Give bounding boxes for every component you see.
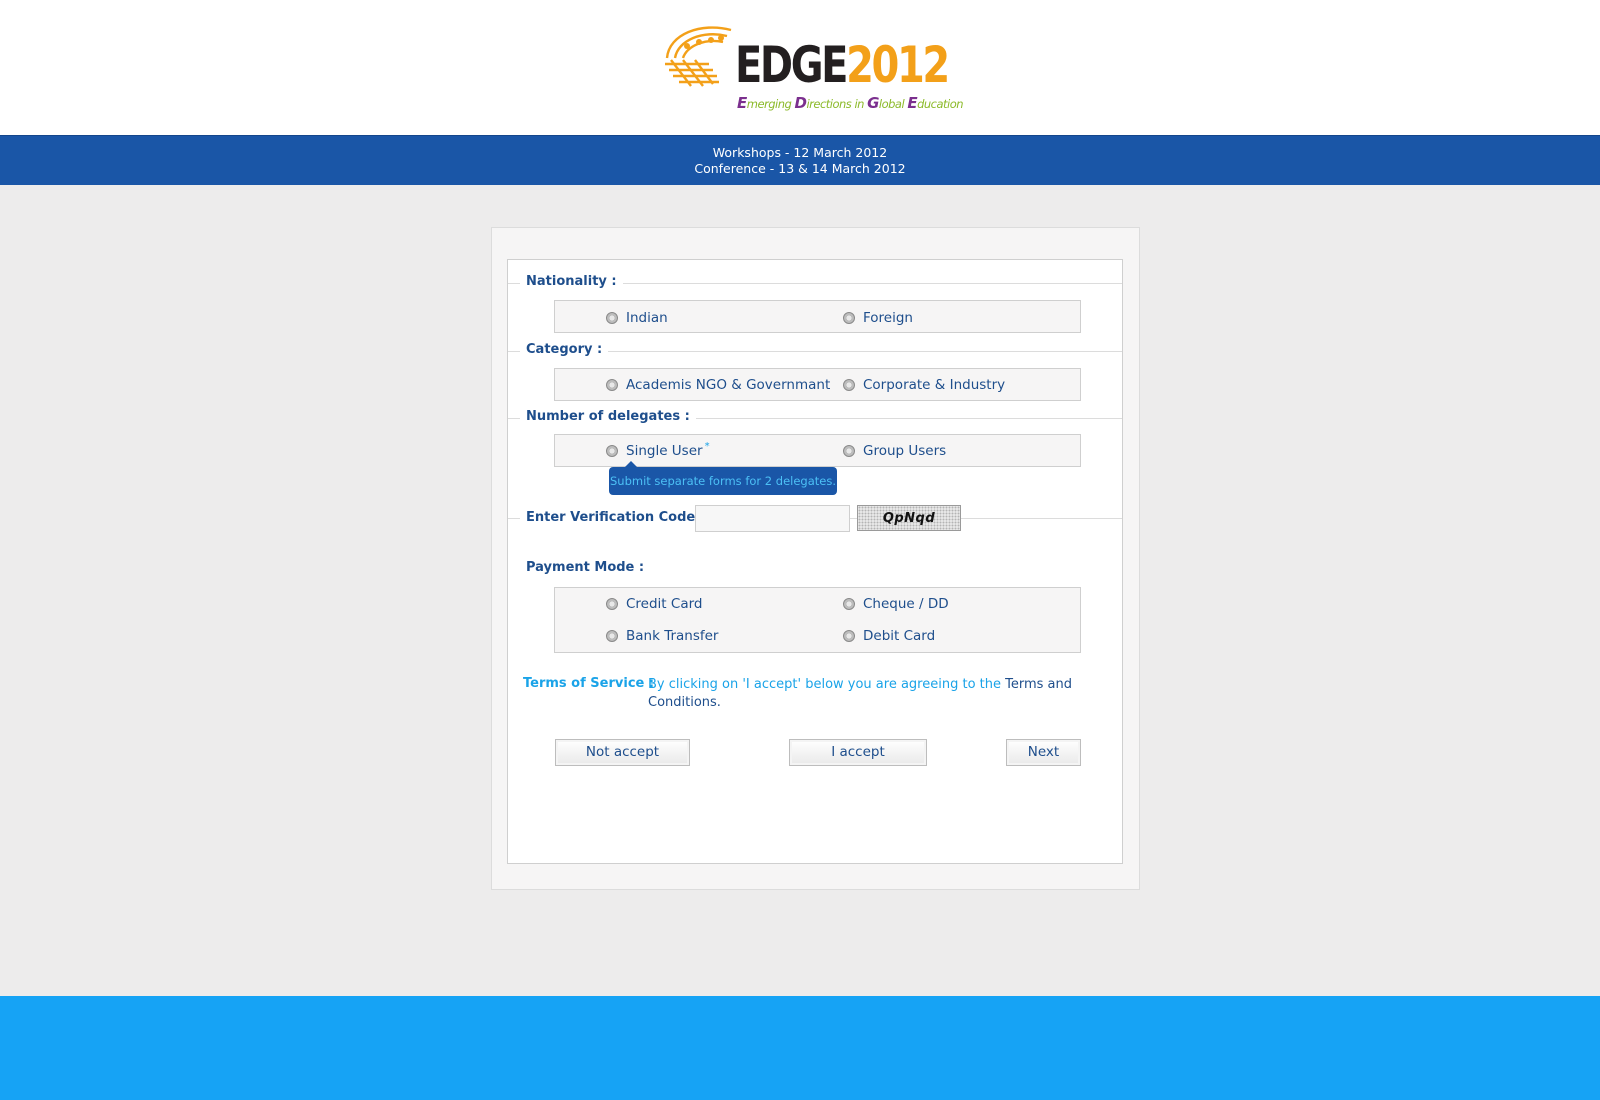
logo-word-year: 2012 (846, 36, 950, 94)
payment-label: Payment Mode : (520, 559, 651, 577)
payment-option-cheque[interactable]: Cheque / DD (843, 596, 949, 612)
category-label: Category : (520, 341, 609, 359)
payment-option-debit-card[interactable]: Debit Card (843, 628, 935, 644)
option-label: Credit Card (626, 596, 703, 612)
not-accept-button[interactable]: Not accept (555, 739, 690, 766)
logo-word-edge: EDGE (735, 36, 848, 94)
option-label: Single User (626, 443, 703, 459)
category-options: Academis NGO & Governmant Corporate & In… (554, 368, 1081, 401)
required-marker: * (704, 440, 710, 452)
option-label: Bank Transfer (626, 628, 719, 644)
nationality-label: Nationality : (520, 273, 623, 291)
category-option-corporate[interactable]: Corporate & Industry (843, 377, 1005, 393)
event-dates-banner: Workshops - 12 March 2012 Conference - 1… (0, 135, 1600, 185)
option-label: Academis NGO & Governmant (626, 377, 831, 393)
globe-logo-icon (665, 26, 732, 87)
delegates-label: Number of delegates : (520, 408, 696, 426)
radio-icon[interactable] (843, 312, 855, 324)
option-label: Debit Card (863, 628, 936, 644)
delegates-option-group[interactable]: Group Users (843, 443, 946, 459)
delegates-option-single[interactable]: Single User * (606, 440, 710, 459)
radio-icon[interactable] (843, 630, 855, 642)
tagline-cap: E (737, 94, 747, 112)
category-option-academia[interactable]: Academis NGO & Governmant (606, 377, 830, 393)
option-label: Corporate & Industry (863, 377, 1006, 393)
terms-text: By clicking on 'I accept' below you are … (648, 676, 1078, 712)
nationality-option-indian[interactable]: Indian (606, 310, 668, 326)
radio-icon[interactable] (843, 445, 855, 457)
accept-button[interactable]: I accept (789, 739, 927, 766)
payment-option-credit-card[interactable]: Credit Card (606, 596, 702, 612)
delegates-tooltip: Submit separate forms for 2 delegates. (609, 461, 837, 495)
tagline-cap: G (867, 94, 879, 112)
tagline-part: merging (746, 97, 795, 111)
terms-sentence: By clicking on 'I accept' below you are … (648, 677, 1006, 692)
tagline-cap: E (907, 94, 918, 112)
option-label: Cheque / DD (863, 596, 949, 612)
workshops-date: Workshops - 12 March 2012 (712, 145, 888, 160)
site-header: EDGE2012 Emerging Directions in Global E… (0, 0, 1600, 135)
logo-wordmark: EDGE2012 (735, 36, 950, 94)
radio-icon[interactable] (606, 630, 618, 642)
radio-icon[interactable] (606, 312, 618, 324)
tagline-part: irections in (806, 97, 868, 111)
option-label: Foreign (863, 310, 913, 326)
radio-icon[interactable] (843, 598, 855, 610)
site-footer (0, 996, 1600, 1100)
tagline-part: lobal (878, 97, 908, 111)
radio-icon[interactable] (606, 379, 618, 391)
radio-icon[interactable] (606, 445, 618, 457)
verification-code-input[interactable] (695, 505, 850, 532)
captcha-image: QpNqd (857, 505, 961, 531)
verification-label: Enter Verification Code : (520, 509, 711, 527)
nationality-option-foreign[interactable]: Foreign (843, 310, 913, 326)
terms-label: Terms of Service : (523, 676, 655, 691)
payment-option-bank-transfer[interactable]: Bank Transfer (606, 628, 718, 644)
tagline-part: ducation (917, 97, 964, 111)
payment-options: Credit Card Cheque / DD Bank Transfer De… (554, 587, 1081, 653)
radio-icon[interactable] (843, 379, 855, 391)
logo-tagline: Emerging Directions in Global Education (737, 94, 964, 112)
option-label: Group Users (863, 443, 947, 459)
nationality-options: Indian Foreign (554, 300, 1081, 333)
next-button[interactable]: Next (1006, 739, 1081, 766)
option-label: Indian (626, 310, 668, 326)
conference-date: Conference - 13 & 14 March 2012 (694, 161, 906, 176)
edge-2012-logo[interactable]: EDGE2012 Emerging Directions in Global E… (661, 18, 964, 114)
tagline-cap: D (794, 94, 807, 112)
radio-icon[interactable] (606, 598, 618, 610)
